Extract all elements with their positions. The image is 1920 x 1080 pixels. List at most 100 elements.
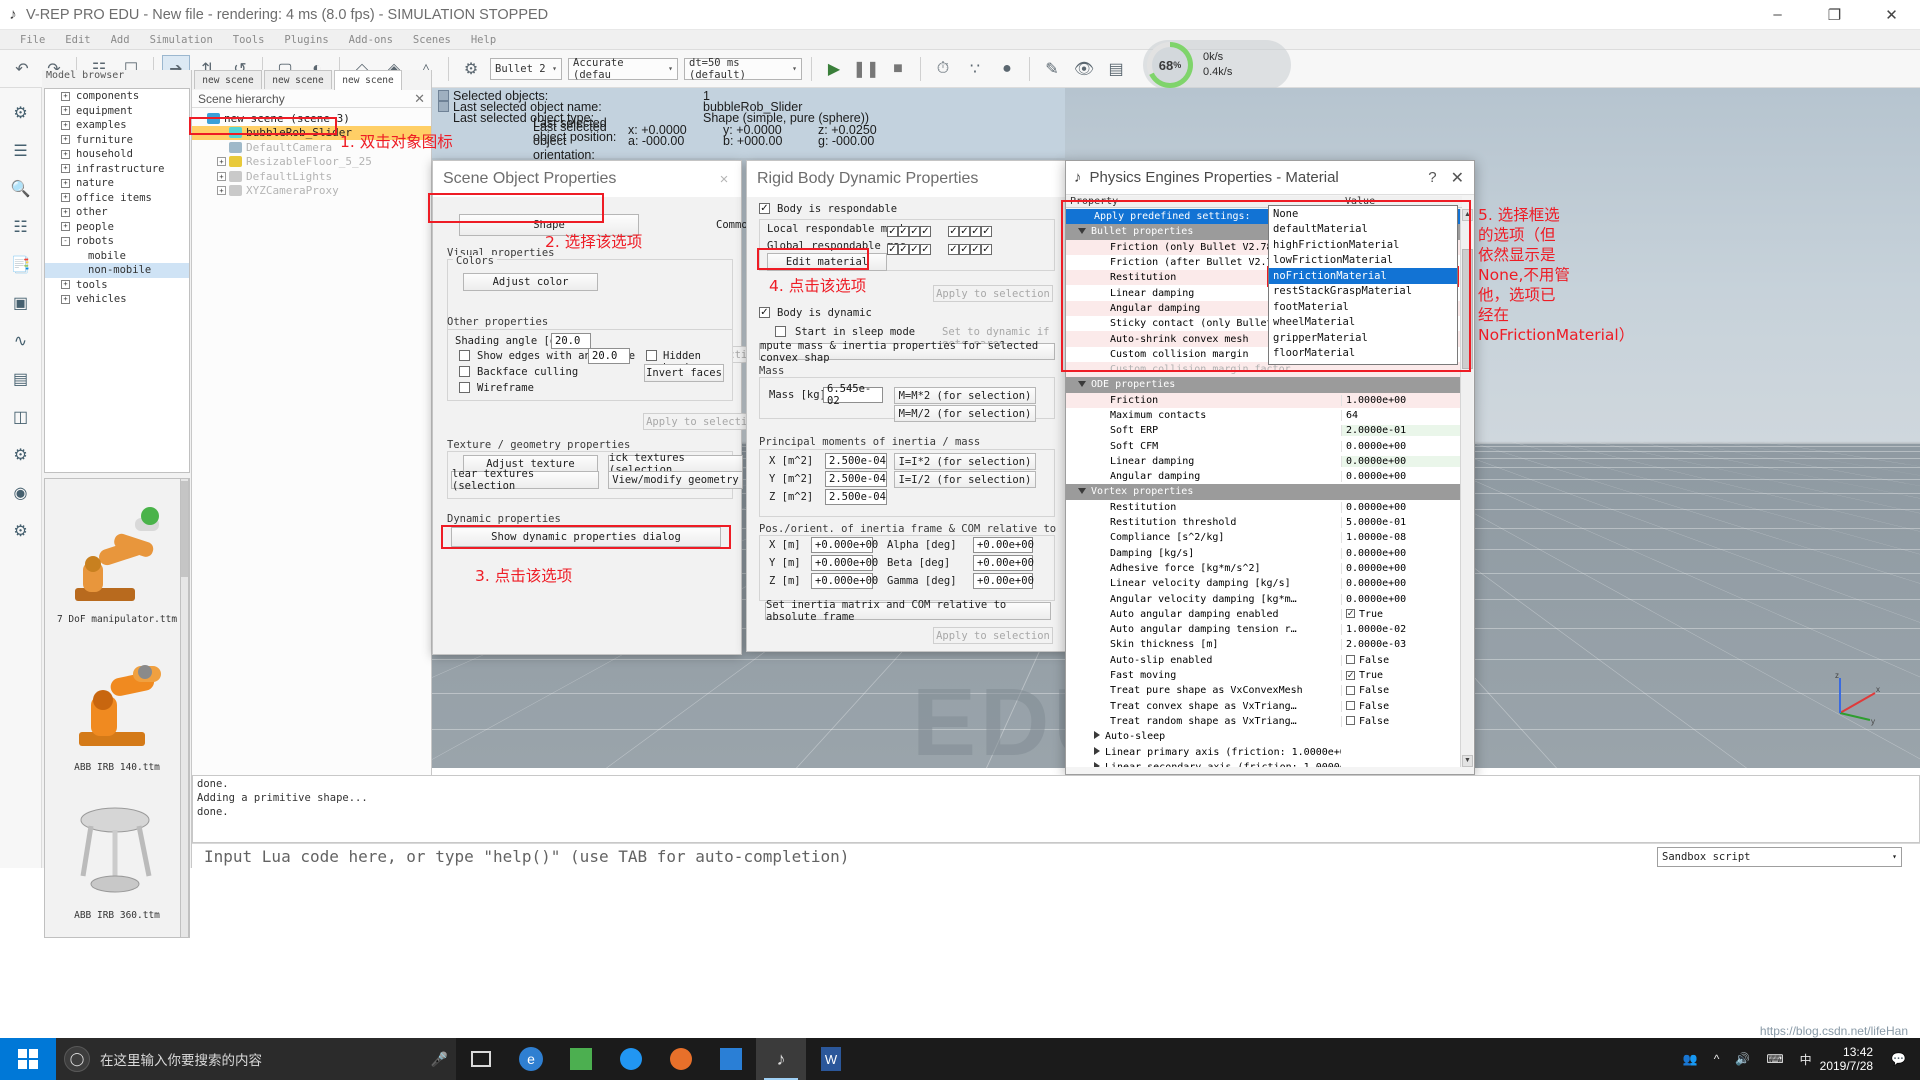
hidden-border-checkbox[interactable] [646, 350, 657, 361]
user-settings-icon[interactable]: ⚙ [6, 440, 36, 470]
script-target-select[interactable]: Sandbox script ▾ [1657, 847, 1902, 867]
frame-z-input[interactable]: +0.000e+00 [811, 573, 873, 589]
physics-property-row[interactable]: Treat pure shape as VxConvexMeshFalse [1066, 683, 1462, 698]
physics-property-row[interactable]: Friction1.0000e+00 [1066, 393, 1462, 408]
scroll-down-arrow[interactable]: ▼ [1462, 755, 1473, 767]
physics-property-value[interactable]: 0.0000e+00 [1341, 548, 1462, 559]
expand-icon[interactable]: - [61, 237, 70, 246]
body-is-dynamic-checkbox[interactable]: ✓ [759, 307, 770, 318]
hierarchy-tree[interactable]: new scene (scene 3)bubbleRob_SliderDefau… [192, 108, 431, 198]
taskbar-app-firefox[interactable] [656, 1038, 706, 1080]
material-option[interactable]: restStackGraspMaterial [1269, 284, 1457, 300]
physics-property-row[interactable]: ODE properties [1066, 377, 1462, 392]
property-checkbox[interactable] [1346, 655, 1355, 664]
invert-faces-button[interactable]: Invert faces [644, 364, 724, 382]
set-inertia-matrix-button[interactable]: Set inertia matrix and COM relative to a… [765, 602, 1051, 620]
inertia-y-input[interactable]: 2.500e-04 [825, 471, 887, 487]
physics-property-value[interactable]: 0.0000e+00 [1341, 594, 1462, 605]
chevron-right-icon[interactable] [1094, 747, 1100, 755]
scene-properties-icon[interactable]: ⚙ [6, 98, 36, 128]
material-option[interactable]: defaultMaterial [1269, 222, 1457, 238]
shape-edit-icon[interactable]: ▣ [6, 288, 36, 318]
taskbar-app-compass[interactable] [606, 1038, 656, 1080]
rbd-apply-to-selection-1[interactable]: Apply to selection [933, 285, 1053, 302]
material-option[interactable]: wheelMaterial [1269, 315, 1457, 331]
taskbar-search-box[interactable]: ◯ 在这里输入你要搜索的内容 🎤 [56, 1038, 456, 1080]
material-option[interactable]: footMaterial [1269, 299, 1457, 315]
expand-icon[interactable]: + [61, 106, 70, 115]
material-option[interactable]: highFrictionMaterial [1269, 237, 1457, 253]
taskbar-clock[interactable]: 13:42 2019/7/28 [1820, 1045, 1883, 1073]
inertia-x-input[interactable]: 2.500e-04 [825, 453, 887, 469]
visibility-icon[interactable]: 👁 [1070, 55, 1098, 83]
physics-property-value[interactable]: 1.0000e-02 [1341, 624, 1462, 635]
physics-property-value[interactable]: 2.0000e-03 [1341, 639, 1462, 650]
expand-icon[interactable]: + [61, 280, 70, 289]
taskbar-app-vrep[interactable]: ♪ [756, 1038, 806, 1080]
physics-property-value[interactable]: 0.0000e+00 [1341, 578, 1462, 589]
maximize-button[interactable]: ❐ [1806, 0, 1863, 30]
keyboard-icon[interactable]: ⌨ [1758, 1052, 1791, 1066]
close-button[interactable]: ✕ [1863, 0, 1920, 30]
mask-check[interactable]: ✓ [981, 226, 992, 237]
model-browser-node[interactable]: +tools [45, 278, 189, 293]
frame-y-input[interactable]: +0.000e+00 [811, 555, 873, 571]
rbd-apply-to-selection-2[interactable]: Apply to selection [933, 627, 1053, 644]
expand-icon[interactable]: + [61, 193, 70, 202]
clear-textures-button[interactable]: lear textures (selection [451, 471, 599, 489]
close-icon[interactable]: ✕ [1447, 168, 1468, 188]
chevron-down-icon[interactable] [1078, 381, 1086, 387]
scrollbar-thumb[interactable] [181, 481, 188, 577]
model-browser-node[interactable]: +infrastructure [45, 162, 189, 177]
chevron-down-icon[interactable] [1078, 488, 1086, 494]
global-mask-checks[interactable]: ✓✓✓✓ ✓✓✓✓ [887, 239, 992, 257]
physics-property-row[interactable]: Treat convex shape as VxTriang…False [1066, 699, 1462, 714]
minimize-button[interactable]: – [1749, 0, 1806, 30]
hierarchy-node[interactable]: +ResizableFloor_5_25 [192, 155, 431, 170]
cortana-icon[interactable]: ◯ [64, 1046, 90, 1072]
edit-material-button[interactable]: Edit material [767, 253, 887, 271]
mask-check[interactable]: ✓ [959, 226, 970, 237]
action-center-icon[interactable]: 💬 [1883, 1052, 1914, 1066]
physics-property-value[interactable]: False [1341, 685, 1462, 696]
mass-div-two-button[interactable]: M=M/2 (for selection) [894, 405, 1036, 422]
mask-check[interactable]: ✓ [970, 226, 981, 237]
property-checkbox[interactable]: ✓ [1346, 671, 1355, 680]
layers-icon[interactable]: ▤ [1102, 55, 1130, 83]
calculation-modules-icon[interactable]: 🔍 [6, 174, 36, 204]
physics-property-value[interactable]: 64 [1341, 410, 1462, 421]
mask-check[interactable]: ✓ [887, 244, 898, 255]
expand-icon[interactable]: + [61, 179, 70, 188]
menu-item-edit[interactable]: Edit [55, 34, 100, 46]
physics-property-value[interactable]: 0.0000e+00 [1341, 441, 1462, 452]
mask-check[interactable]: ✓ [948, 226, 959, 237]
physics-property-row[interactable]: Vortex properties [1066, 484, 1462, 499]
stop-simulation-icon[interactable]: ■ [884, 55, 912, 83]
expand-icon[interactable]: + [61, 135, 70, 144]
property-checkbox[interactable] [1346, 716, 1355, 725]
physics-property-value[interactable]: 0.0000e+00 [1341, 563, 1462, 574]
physics-property-value[interactable]: False [1341, 701, 1462, 712]
expand-icon[interactable]: + [61, 222, 70, 231]
menu-item-plugins[interactable]: Plugins [274, 34, 338, 46]
menu-item-file[interactable]: File [10, 34, 55, 46]
shading-angle-input[interactable]: 20.0 [551, 333, 591, 349]
about-icon[interactable]: ⚙ [6, 516, 36, 546]
physics-property-value[interactable]: False [1341, 716, 1462, 727]
menu-item-addons[interactable]: Add-ons [339, 34, 403, 46]
close-icon[interactable]: ✕ [414, 91, 431, 107]
physics-property-row[interactable]: Damping [kg/s]0.0000e+00 [1066, 546, 1462, 561]
model-browser-node[interactable]: +nature [45, 176, 189, 191]
realtime-icon[interactable]: ⏱ [929, 55, 957, 83]
start-in-sleep-mode-checkbox[interactable] [775, 326, 786, 337]
model-item[interactable]: 7 DoF manipulator.ttm [45, 479, 189, 627]
start-simulation-icon[interactable]: ▶ [820, 55, 848, 83]
taskbar-app-word[interactable]: W [806, 1038, 856, 1080]
inertia-z-input[interactable]: 2.500e-04 [825, 489, 887, 505]
model-browser-node[interactable]: +equipment [45, 104, 189, 119]
model-browser-items[interactable]: 7 DoF manipulator.ttm ABB IRB 140.ttm [44, 478, 190, 938]
mask-check[interactable]: ✓ [970, 244, 981, 255]
mass-input[interactable]: 6.545e-02 [823, 387, 883, 403]
alpha-input[interactable]: +0.00e+00 [973, 537, 1033, 553]
microphone-icon[interactable]: 🎤 [431, 1051, 448, 1068]
